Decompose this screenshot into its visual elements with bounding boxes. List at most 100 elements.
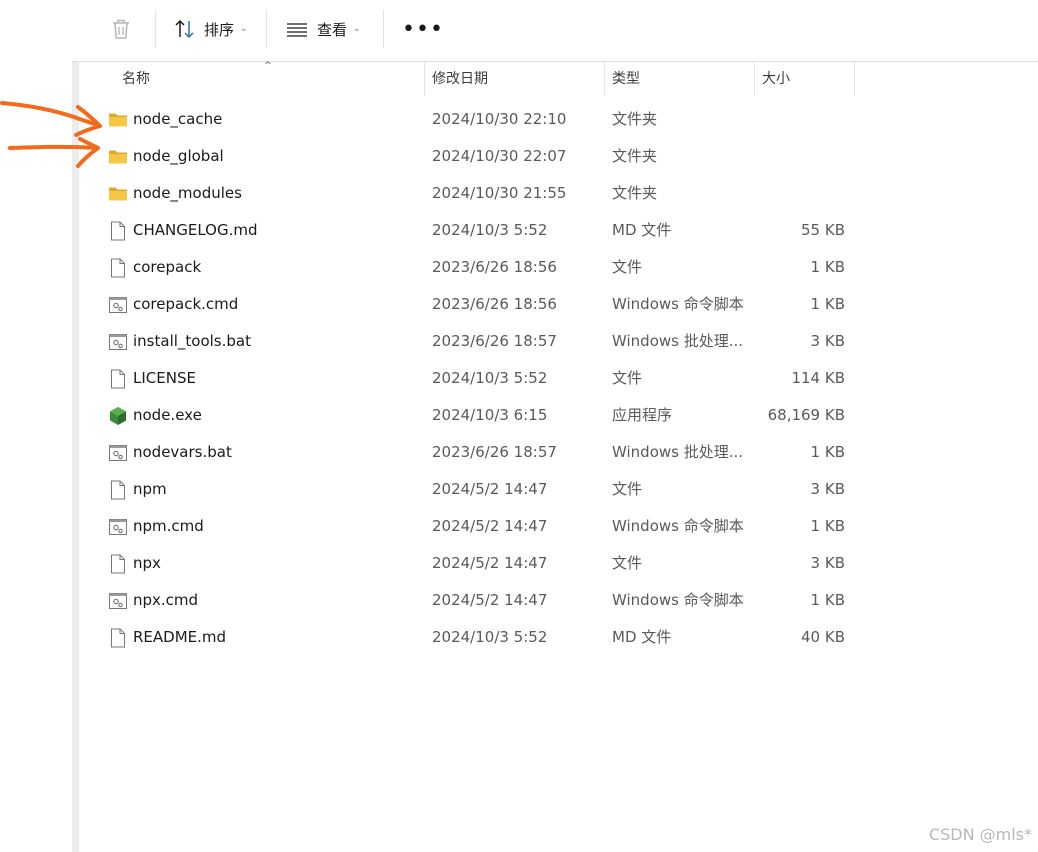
- file-date: 2024/10/3 5:52: [432, 221, 548, 239]
- file-type: 文件: [612, 258, 643, 276]
- document-icon: [108, 554, 128, 574]
- view-label: 查看: [317, 20, 348, 39]
- file-row[interactable]: LICENSE 2024/10/3 5:52 文件 114 KB: [79, 360, 859, 397]
- file-size: 3 KB: [810, 332, 845, 350]
- file-name: LICENSE: [133, 369, 196, 387]
- file-name: corepack: [133, 258, 202, 276]
- column-divider[interactable]: [754, 62, 755, 96]
- toolbar-divider: [155, 10, 156, 48]
- node-app-icon: [108, 406, 128, 426]
- document-icon: [108, 258, 128, 278]
- script-icon: [108, 517, 128, 537]
- file-size: [739, 175, 845, 212]
- file-name: npm.cmd: [133, 517, 204, 535]
- file-name: npx.cmd: [133, 591, 199, 609]
- column-size-header[interactable]: 大小: [762, 62, 790, 96]
- file-type: 文件: [612, 369, 643, 387]
- annotation-arrow-icon: [0, 101, 102, 137]
- file-date: 2024/10/30 22:10: [432, 110, 567, 128]
- file-type: 文件: [612, 554, 643, 572]
- file-row[interactable]: node_global 2024/10/30 22:07 文件夹: [79, 138, 859, 175]
- file-row[interactable]: install_tools.bat 2023/6/26 18:57 Window…: [79, 323, 859, 360]
- trash-icon: [113, 19, 129, 39]
- file-row[interactable]: npx.cmd 2024/5/2 14:47 Windows 命令脚本 1 KB: [79, 582, 859, 619]
- file-type: Windows 命令脚本: [612, 591, 744, 609]
- navigation-pane-edge: [72, 62, 79, 852]
- script-icon: [108, 591, 128, 611]
- file-row[interactable]: CHANGELOG.md 2024/10/3 5:52 MD 文件 55 KB: [79, 212, 859, 249]
- file-date: 2023/6/26 18:56: [432, 258, 557, 276]
- file-date: 2024/10/30 21:55: [432, 184, 567, 202]
- file-date: 2024/5/2 14:47: [432, 591, 548, 609]
- command-bar: 排序 ⌄ 查看 ⌄ •••: [0, 0, 1038, 62]
- file-type: 文件夹: [612, 110, 658, 128]
- file-date: 2023/6/26 18:57: [432, 443, 557, 461]
- more-options-button[interactable]: •••: [402, 10, 444, 48]
- file-row[interactable]: npm 2024/5/2 14:47 文件 3 KB: [79, 471, 859, 508]
- column-date-header[interactable]: 修改日期: [432, 62, 488, 96]
- file-size: 3 KB: [810, 554, 845, 572]
- file-type: MD 文件: [612, 628, 672, 646]
- sort-label: 排序: [204, 20, 235, 39]
- file-size: 1 KB: [810, 258, 845, 276]
- folder-icon: [108, 147, 128, 167]
- annotation-arrow-icon: [8, 137, 100, 168]
- column-name-header[interactable]: 名称: [122, 62, 150, 96]
- file-size: 1 KB: [810, 591, 845, 609]
- file-name: node.exe: [133, 406, 202, 424]
- file-date: 2024/5/2 14:47: [432, 480, 548, 498]
- file-row[interactable]: node.exe 2024/10/3 6:15 应用程序 68,169 KB: [79, 397, 859, 434]
- file-date: 2024/10/3 5:52: [432, 369, 548, 387]
- sort-button[interactable]: 排序 ⌄: [173, 10, 248, 48]
- file-row[interactable]: nodevars.bat 2023/6/26 18:57 Windows 批处理…: [79, 434, 859, 471]
- file-size: [739, 138, 845, 175]
- chevron-down-icon: ⌄: [353, 24, 361, 34]
- column-divider[interactable]: [604, 62, 605, 96]
- column-divider[interactable]: [424, 62, 425, 96]
- document-icon: [108, 369, 128, 389]
- document-icon: [108, 480, 128, 500]
- toolbar-divider: [383, 10, 384, 48]
- file-size: 1 KB: [810, 443, 845, 461]
- file-type: 文件夹: [612, 147, 658, 165]
- file-row[interactable]: corepack.cmd 2023/6/26 18:56 Windows 命令脚…: [79, 286, 859, 323]
- file-type: 文件: [612, 480, 643, 498]
- file-name: install_tools.bat: [133, 332, 251, 350]
- file-size: [739, 101, 845, 138]
- file-size: 3 KB: [810, 480, 845, 498]
- chevron-down-icon: ⌄: [240, 24, 248, 34]
- file-row[interactable]: node_cache 2024/10/30 22:10 文件夹: [79, 101, 859, 138]
- file-row[interactable]: node_modules 2024/10/30 21:55 文件夹: [79, 175, 859, 212]
- file-row[interactable]: npx 2024/5/2 14:47 文件 3 KB: [79, 545, 859, 582]
- file-name: corepack.cmd: [133, 295, 239, 313]
- file-date: 2024/10/3 6:15: [432, 406, 548, 424]
- view-button[interactable]: 查看 ⌄: [286, 10, 361, 48]
- toolbar-divider: [266, 10, 267, 48]
- file-type: Windows 命令脚本: [612, 517, 744, 535]
- file-date: 2024/10/30 22:07: [432, 147, 567, 165]
- file-date: 2023/6/26 18:57: [432, 332, 557, 350]
- file-size: 1 KB: [810, 295, 845, 313]
- file-name: npm: [133, 480, 167, 498]
- script-icon: [108, 295, 128, 315]
- document-icon: [108, 628, 128, 648]
- file-date: 2023/6/26 18:56: [432, 295, 557, 313]
- file-row[interactable]: npm.cmd 2024/5/2 14:47 Windows 命令脚本 1 KB: [79, 508, 859, 545]
- delete-button[interactable]: [108, 10, 134, 48]
- file-type: Windows 批处理...: [612, 332, 744, 350]
- column-divider[interactable]: [854, 62, 855, 96]
- file-name: node_modules: [133, 184, 242, 202]
- file-type: MD 文件: [612, 221, 672, 239]
- file-name: README.md: [133, 628, 227, 646]
- file-row[interactable]: corepack 2023/6/26 18:56 文件 1 KB: [79, 249, 859, 286]
- script-icon: [108, 332, 128, 352]
- file-size: 114 KB: [791, 369, 845, 387]
- file-name: npx: [133, 554, 161, 572]
- file-name: CHANGELOG.md: [133, 221, 258, 239]
- file-name: node_global: [133, 147, 224, 165]
- file-name: nodevars.bat: [133, 443, 232, 461]
- file-row[interactable]: README.md 2024/10/3 5:52 MD 文件 40 KB: [79, 619, 859, 656]
- column-header: ^ 名称 修改日期 类型 大小: [79, 61, 1038, 96]
- column-type-header[interactable]: 类型: [612, 62, 640, 96]
- folder-icon: [108, 184, 128, 204]
